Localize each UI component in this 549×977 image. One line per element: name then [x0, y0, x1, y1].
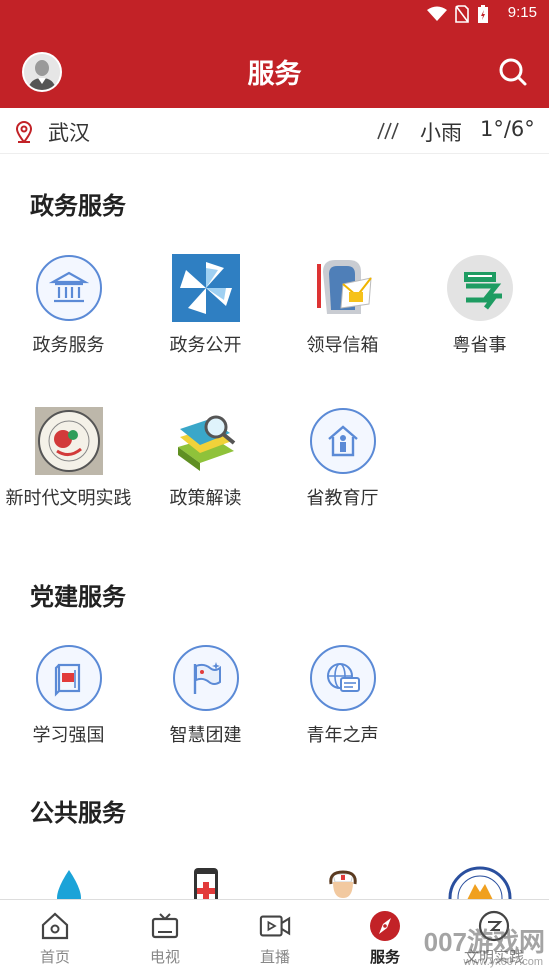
tile-label: 政策解读	[169, 488, 242, 509]
tile-label: 省教育厅	[306, 488, 379, 509]
location-weather-bar: 武汉 小雨 1°/6°	[0, 108, 549, 154]
tile-label: 粤省事	[452, 335, 507, 356]
status-icons	[427, 5, 489, 23]
nav-label: 电视	[149, 948, 180, 966]
tile-education-dept[interactable]: 省教育厅	[274, 406, 411, 510]
medical-phone-icon	[171, 860, 241, 900]
tile-label: 学习强国	[32, 725, 105, 746]
status-time: 9:15	[507, 4, 537, 21]
tile-policy-reading[interactable]: 政策解读	[137, 406, 274, 510]
tile-gov-open[interactable]: 政务公开	[137, 253, 274, 357]
home-icon	[39, 910, 71, 942]
tile-label: 青年之声	[306, 725, 379, 746]
tile-label: 领导信箱	[306, 335, 379, 356]
app-header: 服务	[0, 28, 549, 108]
tile-civilization-practice[interactable]: 新时代文明实践	[0, 406, 137, 510]
nav-label: 首页	[39, 948, 70, 966]
tile-gov-service[interactable]: 政务服务	[0, 253, 137, 357]
section-title-gov: 政务服务	[30, 192, 126, 220]
search-button[interactable]	[497, 56, 529, 88]
tile-youth-voice[interactable]: 青年之声	[274, 643, 411, 747]
location-city[interactable]: 武汉	[48, 117, 90, 147]
compass-icon	[369, 910, 401, 942]
nav-label: 服务	[369, 948, 400, 966]
battery-icon	[478, 5, 488, 23]
status-bar: 9:15	[0, 0, 549, 28]
nav-item-live[interactable]: 直播	[220, 900, 330, 977]
tile-public-medical[interactable]	[137, 860, 274, 900]
weather-description: 小雨	[420, 121, 462, 145]
tile-yue-app[interactable]: 粤省事	[411, 253, 548, 357]
nav-item-tv[interactable]: 电视	[110, 900, 220, 977]
tile-xuexi-qiangguo[interactable]: 学习强国	[0, 643, 137, 747]
tile-label: 智慧团建	[169, 725, 242, 746]
watermark: 007游戏网	[423, 927, 545, 957]
globe-chat-icon	[308, 643, 378, 713]
government-building-icon	[34, 253, 104, 323]
yue-app-icon	[445, 253, 515, 323]
tv-icon	[149, 910, 181, 942]
tile-label: 政务服务	[32, 335, 105, 356]
books-magnifier-icon	[171, 406, 241, 476]
water-drop-icon	[34, 860, 104, 900]
rain-icon	[377, 122, 399, 140]
civilization-badge-icon	[34, 406, 104, 476]
page-title: 服务	[247, 59, 302, 90]
pinwheel-icon	[171, 253, 241, 323]
emblem-badge-icon	[445, 860, 515, 900]
tile-public-nurse[interactable]	[274, 860, 411, 900]
tile-label: 政务公开	[169, 335, 242, 356]
section-title-party: 党建服务	[30, 583, 126, 611]
section-title-public: 公共服务	[30, 799, 126, 827]
wifi-icon	[427, 6, 447, 21]
flag-icon	[171, 643, 241, 713]
mailbox-icon	[308, 253, 378, 323]
no-sim-icon	[455, 5, 469, 23]
location-pin-icon	[15, 121, 33, 143]
tile-leader-mailbox[interactable]: 领导信箱	[274, 253, 411, 357]
education-house-icon	[308, 406, 378, 476]
study-book-icon	[34, 643, 104, 713]
tile-smart-league[interactable]: 智慧团建	[137, 643, 274, 747]
nav-label: 直播	[259, 948, 290, 966]
watermark-url: www.yx007.com	[463, 956, 543, 968]
search-icon	[499, 58, 527, 86]
tile-public-water[interactable]	[0, 860, 137, 900]
tile-public-emblem[interactable]	[411, 860, 548, 900]
nav-item-home[interactable]: 首页	[0, 900, 110, 977]
tile-label: 新时代文明实践	[5, 488, 132, 509]
weather-temperature: 1°/6°	[480, 117, 535, 141]
live-video-icon	[259, 910, 291, 942]
nurse-icon	[308, 860, 378, 900]
